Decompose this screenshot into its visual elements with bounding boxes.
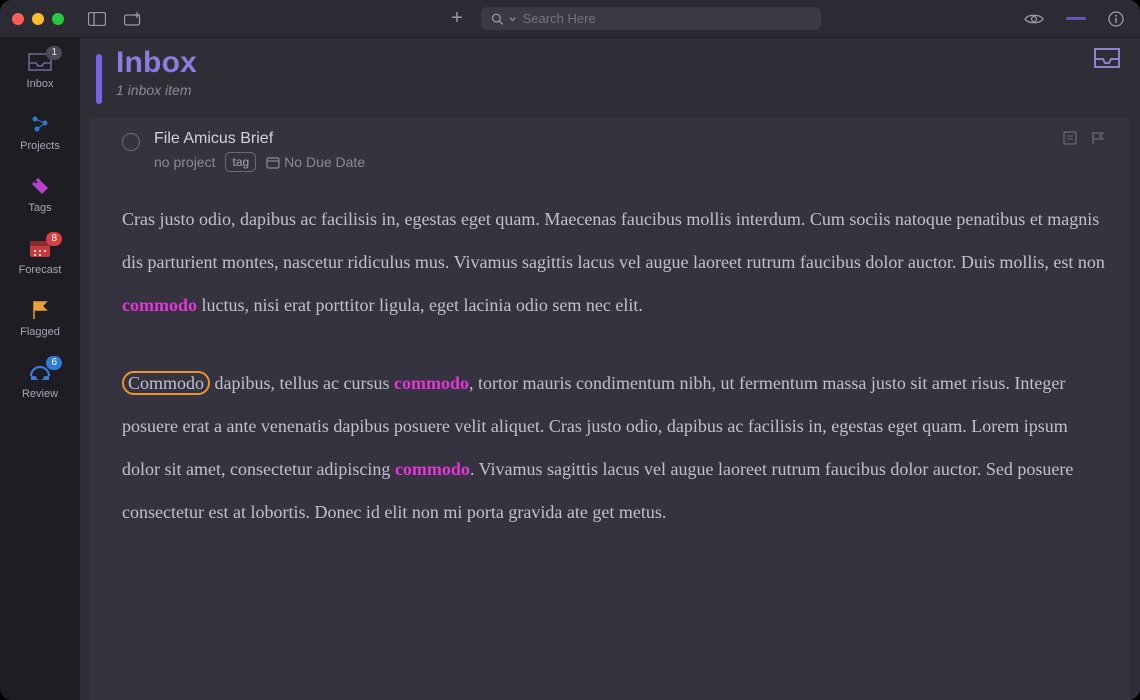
chevron-down-icon [509, 15, 516, 23]
accent-bar [96, 54, 102, 104]
task-header: File Amicus Brief no project tag No Due … [122, 130, 1106, 172]
window-controls [12, 13, 64, 25]
note-paragraph: Commodo dapibus, tellus ac cursus commod… [122, 362, 1106, 535]
body: 1 Inbox Projects Tags 8 [0, 38, 1140, 700]
task-checkbox[interactable] [122, 133, 140, 151]
quick-entry-icon[interactable] [120, 10, 146, 28]
task-meta: no project tag No Due Date [154, 152, 365, 172]
zoom-window-button[interactable] [52, 13, 64, 25]
task-scroll[interactable]: File Amicus Brief no project tag No Due … [90, 118, 1130, 700]
toggle-sidebar-icon[interactable] [84, 10, 110, 28]
sidebar-item-flagged[interactable]: Flagged [0, 294, 80, 342]
perspective-header: Inbox 1 inbox item [80, 38, 1140, 118]
search-field[interactable] [481, 7, 821, 30]
tags-icon [29, 175, 51, 197]
task-title[interactable]: File Amicus Brief [154, 130, 365, 148]
sidebar-item-inbox[interactable]: 1 Inbox [0, 46, 80, 94]
highlight-match: commodo [394, 373, 469, 393]
forecast-badge: 8 [46, 232, 62, 246]
search-input[interactable] [523, 11, 811, 26]
note-text: luctus, nisi erat porttitor ligula, eget… [197, 295, 643, 315]
projects-icon [29, 113, 51, 135]
view-options-icon[interactable] [1020, 10, 1048, 28]
note-paragraph: Cras justo odio, dapibus ac facilisis in… [122, 198, 1106, 328]
close-window-button[interactable] [12, 13, 24, 25]
titlebar-right [1020, 9, 1128, 29]
flag-icon [30, 299, 50, 321]
review-badge: 6 [46, 356, 62, 370]
titlebar-center: + [256, 7, 1010, 30]
sidebar-item-review[interactable]: 6 Review [0, 356, 80, 404]
task-tag-chip[interactable]: tag [225, 152, 256, 172]
sidebar-item-label: Inbox [27, 78, 54, 90]
page-subtitle: 1 inbox item [116, 82, 197, 98]
titlebar: + [0, 0, 1140, 38]
new-item-button[interactable]: + [445, 7, 469, 30]
task-due-label: No Due Date [284, 154, 365, 170]
minimize-window-button[interactable] [32, 13, 44, 25]
sidebar: 1 Inbox Projects Tags 8 [0, 38, 80, 700]
sidebar-item-forecast[interactable]: 8 Forecast [0, 232, 80, 280]
find-selection: Commodo [122, 371, 210, 395]
highlight-match: commodo [122, 295, 197, 315]
main: Inbox 1 inbox item File Amicus Brief [80, 38, 1140, 700]
scrollbar-track[interactable] [1130, 118, 1140, 700]
sidebar-item-label: Tags [28, 202, 51, 214]
note-text: dapibus, tellus ac cursus [210, 373, 394, 393]
accent-indicator [1066, 17, 1086, 20]
calendar-icon [266, 156, 280, 169]
note-text: Cras justo odio, dapibus ac facilisis in… [122, 209, 1105, 272]
task-area: File Amicus Brief no project tag No Due … [90, 118, 1140, 700]
task-due[interactable]: No Due Date [266, 154, 365, 170]
task-note[interactable]: Cras justo odio, dapibus ac facilisis in… [122, 198, 1106, 534]
sidebar-item-label: Projects [20, 140, 60, 152]
sidebar-item-label: Forecast [19, 264, 62, 276]
sidebar-item-label: Review [22, 388, 58, 400]
page-title: Inbox [116, 46, 197, 80]
search-icon [491, 12, 504, 26]
sidebar-item-label: Flagged [20, 326, 60, 338]
app-window: + 1 Inbox [0, 0, 1140, 700]
sidebar-item-projects[interactable]: Projects [0, 108, 80, 156]
flag-outline-icon[interactable] [1090, 130, 1106, 146]
note-icon[interactable] [1062, 130, 1078, 146]
inbox-badge: 1 [46, 46, 62, 60]
highlight-match: commodo [395, 459, 470, 479]
task-project[interactable]: no project [154, 154, 215, 170]
info-icon[interactable] [1104, 9, 1128, 29]
cleanup-inbox-icon[interactable] [1092, 46, 1122, 70]
sidebar-item-tags[interactable]: Tags [0, 170, 80, 218]
